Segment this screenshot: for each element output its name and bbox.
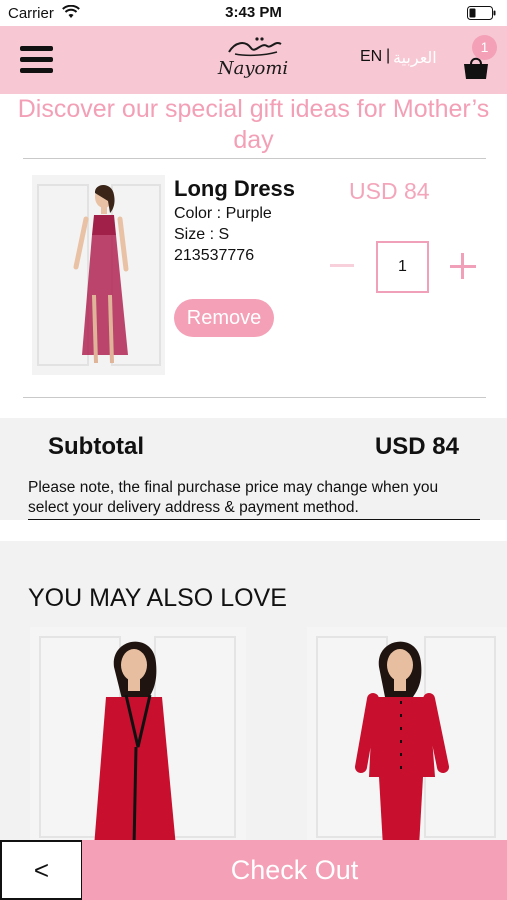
- cart-item-name[interactable]: Long Dress: [174, 176, 295, 202]
- cart-item-color: Color : Purple: [174, 205, 272, 222]
- clock: 3:43 PM: [225, 4, 282, 21]
- recommended-product-card[interactable]: [30, 627, 246, 841]
- quantity-decrease-button[interactable]: [330, 264, 354, 267]
- cart-item-image[interactable]: [32, 175, 165, 375]
- app-header: Nayomi EN | العربية 1: [0, 26, 507, 94]
- hamburger-menu-icon[interactable]: [20, 46, 53, 74]
- recommended-product-card[interactable]: [307, 627, 507, 841]
- battery-icon: [467, 6, 496, 20]
- cart-item-size: Size : S: [174, 226, 230, 243]
- checkout-button[interactable]: Check Out: [82, 840, 507, 900]
- quantity-increase-button[interactable]: [450, 253, 476, 279]
- recommendations-section: YOU MAY ALSO LOVE: [0, 541, 507, 841]
- logo-script-mark: [228, 37, 282, 57]
- recommendations-title: YOU MAY ALSO LOVE: [28, 584, 287, 612]
- language-separator: |: [386, 47, 391, 64]
- divider: [23, 158, 486, 159]
- price-disclaimer: Please note, the final purchase price ma…: [28, 478, 480, 520]
- quantity-field[interactable]: 1: [376, 241, 429, 293]
- remove-item-button[interactable]: Remove: [174, 299, 274, 337]
- status-bar: Carrier 3:43 PM: [0, 0, 507, 26]
- cart-item-price: USD 84: [349, 178, 430, 204]
- language-en-toggle[interactable]: EN: [360, 48, 382, 66]
- back-button[interactable]: <: [0, 840, 82, 900]
- subtotal-value: USD 84: [374, 433, 459, 460]
- red-pajama-illustration: [307, 627, 507, 841]
- brand-logo[interactable]: Nayomi: [205, 34, 301, 86]
- subtotal-label: Subtotal: [48, 433, 144, 460]
- cart-count-badge: 1: [472, 35, 497, 60]
- promo-banner[interactable]: Discover our special gift ideas for Moth…: [0, 94, 507, 156]
- logo-text: Nayomi: [217, 58, 289, 79]
- cart-item-sku: 213537776: [174, 247, 255, 264]
- red-robe-illustration: [30, 627, 246, 841]
- subtotal-section: Subtotal USD 84 Please note, the final p…: [0, 418, 507, 520]
- divider: [23, 397, 486, 398]
- language-ar-toggle[interactable]: العربية: [393, 48, 437, 68]
- long-dress-illustration: [32, 175, 165, 375]
